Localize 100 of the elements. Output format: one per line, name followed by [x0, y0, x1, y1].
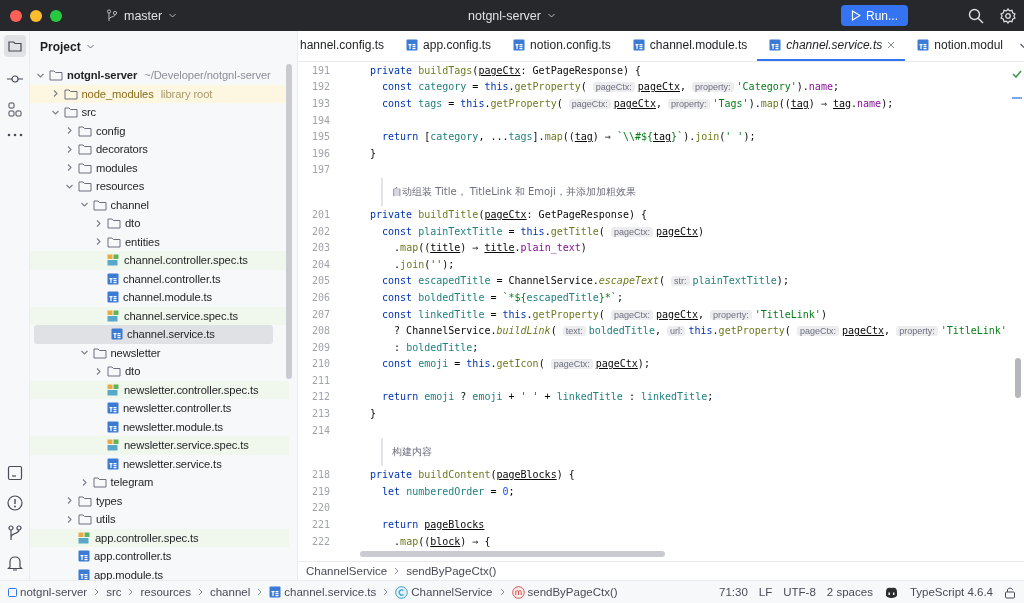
tree-item[interactable]: app.controller.spec.ts	[30, 528, 289, 547]
code-line: }	[370, 408, 377, 420]
line-number: 219	[310, 485, 330, 497]
line-number: 218	[310, 469, 330, 481]
tree-item[interactable]: notgnl-server ~/Developer/notgnl-server	[30, 66, 289, 85]
line-number: 214	[310, 424, 330, 436]
language-level[interactable]: TypeScript 4.6.4	[909, 586, 993, 598]
code-line: const category = this.getProperty( pageCtx: pageCtx, property: 'Category').name;	[381, 81, 839, 93]
line-number: 193	[310, 98, 330, 109]
panel-title[interactable]: Project	[40, 39, 81, 54]
tree-item[interactable]: dto	[30, 362, 289, 381]
line-number: 195	[310, 131, 330, 143]
editor-tab[interactable]: app.config.ts	[394, 31, 502, 61]
run-button[interactable]: Run...	[841, 5, 908, 26]
breadcrumb-item[interactable]: ChannelService	[395, 585, 493, 599]
code-line: .join('');	[393, 258, 455, 270]
code-line: return emoji ? emoji + ' ' + linkedTitle : linkedTitle;	[381, 391, 714, 403]
tree-item[interactable]: newsletter	[30, 343, 289, 362]
line-number: 221	[310, 519, 330, 531]
line-number: 205	[310, 275, 330, 287]
code-line: const linkedTitle = this.getProperty( pageCtx: pageCtx, property: 'TitleLink')	[381, 308, 827, 320]
line-number: 213	[310, 408, 330, 420]
code-line: const boldedTitle = `*${escapedTitle}*`;	[381, 291, 623, 303]
line-number: 192	[310, 81, 330, 93]
breadcrumb-item[interactable]: resources	[140, 586, 191, 598]
code-line: const escapedTitle = ChannelService.escapeText( str: plainTextTitle);	[381, 275, 789, 287]
code-line: return pageBlocks	[381, 519, 485, 531]
doc-comment: 构建内容	[392, 445, 432, 460]
code-line: const emoji = this.getIcon( pageCtx: pageCtx);	[381, 358, 650, 370]
file-encoding[interactable]: UTF-8	[783, 586, 816, 598]
tree-item[interactable]: channel.controller.ts	[30, 269, 289, 288]
line-number: 197	[310, 164, 330, 176]
code-line: .map((block) ⇒ {	[393, 535, 491, 547]
editor-tab[interactable]: notion.config.ts	[501, 31, 621, 61]
project-selector[interactable]: notgnl-server	[464, 5, 560, 26]
doc-comment: 自动组装 Title， TitleLink 和 Emoji，并添加加粗效果	[392, 185, 636, 200]
breadcrumb-item[interactable]: channel.service.ts	[269, 586, 377, 598]
code-line: ? ChannelService.buildLink( text: boldedTitle, url: this.getProperty( pageCtx: pageCtx, property: 'TitleLink'	[393, 325, 1007, 337]
editor-tab[interactable]: hannel.config.ts	[298, 31, 395, 61]
tree-item[interactable]: app.controller.ts	[30, 547, 289, 566]
tree-item[interactable]: modules	[30, 158, 289, 177]
tree-item[interactable]: node_modules library root	[30, 84, 289, 103]
line-number: 202	[310, 225, 330, 237]
breadcrumb-item[interactable]: sendByPageCtx()	[406, 565, 497, 577]
line-number: 201	[310, 208, 330, 220]
tree-item[interactable]: newsletter.service.spec.ts	[30, 436, 289, 455]
editor-tab[interactable]: notion.modul	[905, 31, 1013, 61]
code-line: const plainTextTitle = this.getTitle( pageCtx: pageCtx)	[381, 225, 705, 237]
tree-item[interactable]: newsletter.service.ts	[30, 454, 289, 473]
tree-item[interactable]: channel.controller.spec.ts	[30, 251, 289, 270]
tree-item[interactable]: channel.module.ts	[30, 288, 289, 307]
code-line: .map((title) ⇒ title.plain_text)	[393, 242, 587, 254]
code-line: }	[370, 147, 377, 159]
code-line: private buildContent(pageBlocks) {	[370, 469, 575, 481]
line-number: 194	[310, 114, 330, 126]
line-number: 207	[310, 308, 330, 320]
code-line: private buildTitle(pageCtx: GetPageResponse) {	[370, 208, 647, 220]
line-number: 220	[310, 502, 330, 514]
tree-item[interactable]: resources	[30, 177, 289, 196]
caret-position[interactable]: 71:30	[719, 586, 748, 598]
editor-tab[interactable]: channel.module.ts	[620, 31, 758, 61]
breadcrumb-item[interactable]: src	[106, 586, 122, 598]
indent-setting[interactable]: 2 spaces	[826, 586, 873, 598]
line-ending[interactable]: LF	[758, 586, 773, 598]
tree-item[interactable]: entities	[30, 232, 289, 251]
line-number: 212	[310, 391, 330, 403]
tree-item[interactable]: newsletter.controller.ts	[30, 399, 289, 418]
line-number: 203	[310, 242, 330, 254]
tree-item[interactable]: channel.service.ts	[34, 325, 273, 344]
breadcrumb-item[interactable]: channel	[209, 586, 251, 598]
branch-selector[interactable]: master	[102, 5, 182, 26]
tree-item[interactable]: channel.service.spec.ts	[30, 306, 289, 325]
editor-tab[interactable]: channel.service.ts	[757, 31, 906, 61]
tree-item[interactable]: config	[30, 121, 289, 140]
line-number: 191	[310, 64, 330, 76]
tree-item[interactable]: telegram	[30, 473, 289, 492]
line-number: 208	[310, 325, 330, 337]
code-line: let numberedOrder = 0;	[381, 485, 515, 497]
line-number: 211	[310, 374, 330, 386]
tree-item[interactable]: newsletter.controller.spec.ts	[30, 380, 289, 399]
line-number: 222	[310, 535, 330, 547]
tree-item[interactable]: decorators	[30, 140, 289, 159]
code-line: private buildTags(pageCtx: GetPageResponse) {	[370, 64, 641, 76]
tree-item[interactable]: src	[30, 103, 289, 122]
tree-item[interactable]: dto	[30, 214, 289, 233]
line-number: 206	[310, 291, 330, 303]
breadcrumb-item[interactable]: notgnl-server	[8, 586, 88, 598]
line-number: 204	[310, 258, 330, 270]
line-number: 196	[310, 147, 330, 159]
line-number: 209	[310, 341, 330, 353]
breadcrumb-item[interactable]: ChannelService	[306, 565, 388, 577]
tree-item[interactable]: channel	[30, 195, 289, 214]
code-line: : boldedTitle;	[393, 341, 479, 353]
line-number: 210	[310, 358, 330, 370]
tree-item[interactable]: types	[30, 491, 289, 510]
breadcrumb-item[interactable]: sendByPageCtx()	[511, 585, 618, 599]
code-line: const tags = this.getProperty( pageCtx: pageCtx, property: 'Tags').map((tag) ⇒ tag.name);	[381, 98, 894, 109]
code-line: return [category, ...tags].map((tag) ⇒ `\\#${tag}`).join(' ');	[381, 131, 756, 143]
tree-item[interactable]: newsletter.module.ts	[30, 417, 289, 436]
tree-item[interactable]: utils	[30, 510, 289, 529]
